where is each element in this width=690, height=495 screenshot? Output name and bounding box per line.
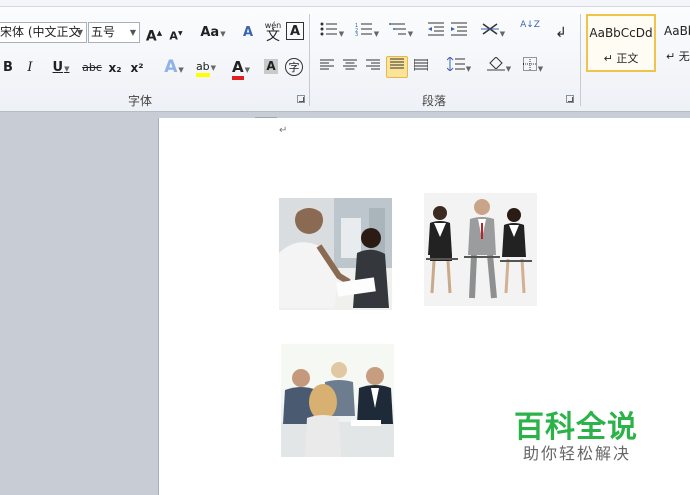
ribbon: 宋体 (中文正文 ▼ 五号 ▼ A▲ A▼ Aa▼ A wén 文 A B I U▼… — [0, 0, 690, 112]
paint-bucket-icon — [486, 56, 505, 71]
shading-button[interactable]: ▼ — [484, 56, 514, 79]
increase-indent-icon — [451, 22, 467, 36]
bold-icon: B — [3, 60, 13, 75]
align-left-icon — [320, 59, 334, 70]
subscript-icon: x₂ — [108, 61, 122, 75]
numbering-button[interactable]: 1 2 3 ▼ — [352, 22, 382, 44]
photo-seated-candidates[interactable] — [424, 193, 537, 306]
style-normal[interactable]: AaBbCcDd ↵ 正文 — [586, 14, 656, 72]
ribbon-tab-strip — [0, 0, 690, 7]
grow-font-icon: A — [145, 28, 157, 45]
font-name-combo[interactable]: 宋体 (中文正文 ▼ — [0, 22, 87, 43]
font-size-value: 五号 — [91, 25, 116, 39]
underline-icon: U — [52, 60, 64, 75]
distribute-icon — [413, 59, 429, 71]
char-shading-button[interactable]: A — [264, 59, 278, 74]
left-gutter — [0, 112, 158, 495]
align-left-button[interactable] — [318, 57, 336, 79]
shrink-font-button[interactable]: A▼ — [167, 23, 185, 45]
font-name-value: 宋体 (中文正文 — [0, 25, 81, 39]
distribute-button[interactable] — [412, 57, 430, 79]
photo-panel-interview[interactable] — [281, 344, 394, 457]
justify-icon — [390, 58, 404, 69]
font-dialog-launcher[interactable] — [297, 95, 305, 103]
increase-indent-button[interactable] — [450, 22, 468, 44]
highlight-button[interactable]: ab▼ — [192, 56, 220, 78]
italic-icon: I — [27, 60, 33, 75]
multilevel-list-icon — [388, 23, 406, 35]
char-shading-icon: A — [266, 59, 276, 73]
bold-button[interactable]: B — [0, 57, 16, 79]
strikethrough-icon: abc — [82, 61, 102, 74]
numbering-icon: 123 — [355, 23, 372, 38]
highlight-icon: ab — [195, 60, 210, 77]
phonetic-guide-button[interactable]: wén 文 — [262, 20, 284, 44]
align-center-button[interactable] — [341, 57, 359, 79]
asian-layout-icon — [480, 23, 499, 35]
char-border-icon: A — [289, 24, 301, 39]
enclose-char-icon: 字 — [288, 61, 300, 74]
style-no-spacing[interactable]: AaBb ↵ 无 — [658, 14, 690, 72]
svg-text:3: 3 — [355, 32, 358, 36]
superscript-icon: x² — [130, 61, 144, 75]
interview-desk-image — [279, 198, 392, 310]
align-right-icon — [366, 59, 380, 70]
font-size-combo[interactable]: 五号 ▼ — [88, 22, 140, 43]
style-no-spacing-sample: AaBb — [664, 24, 690, 38]
decrease-indent-button[interactable] — [427, 22, 445, 44]
change-case-icon: Aa — [200, 25, 220, 40]
borders-button[interactable]: ▼ — [518, 57, 548, 79]
clear-format-button[interactable]: A — [238, 22, 258, 44]
chevron-down-icon: ▼ — [129, 28, 136, 37]
bullets-button[interactable]: ▼ — [317, 22, 347, 44]
italic-button[interactable]: I — [22, 57, 38, 79]
change-case-button[interactable]: Aa▼ — [198, 22, 228, 44]
panel-interview-image — [281, 344, 394, 457]
subscript-button[interactable]: x₂ — [106, 57, 124, 79]
style-normal-sample: AaBbCcDd — [589, 26, 653, 40]
sort-icon: A↓Z — [520, 20, 540, 30]
line-spacing-icon — [446, 56, 465, 72]
align-right-button[interactable] — [364, 57, 382, 79]
pilcrow-icon: ↲ — [555, 25, 567, 41]
style-normal-name: ↵ 正文 — [603, 52, 639, 65]
text-effect-icon: A — [164, 57, 178, 77]
seated-candidates-image — [424, 193, 537, 306]
char-border-button[interactable]: A — [286, 22, 304, 40]
paragraph-group-label: 段落 — [422, 94, 447, 108]
margin-corner-mark — [255, 117, 277, 120]
font-color-icon: A — [232, 58, 244, 80]
paragraph-mark: ↵ — [279, 125, 288, 136]
sort-button[interactable]: A↓Z — [519, 20, 541, 42]
superscript-button[interactable]: x² — [128, 57, 146, 79]
photo-interview-desk[interactable] — [279, 198, 392, 310]
bullets-icon — [320, 22, 337, 36]
style-no-spacing-name: ↵ 无 — [666, 50, 690, 63]
underline-button[interactable]: U▼ — [46, 57, 76, 79]
font-group-label: 字体 — [128, 94, 153, 108]
asian-layout-button[interactable]: ▼ — [478, 22, 508, 44]
paragraph-dialog-launcher[interactable] — [566, 95, 574, 103]
text-effect-button[interactable]: A▼ — [160, 56, 188, 78]
borders-icon — [522, 57, 537, 71]
line-spacing-button[interactable]: ▼ — [444, 56, 474, 79]
watermark-subtitle: 助你轻松解决 — [523, 444, 632, 463]
phonetic-char: 文 — [266, 28, 280, 44]
clear-format-icon: A — [242, 25, 254, 40]
group-divider — [580, 14, 581, 106]
shrink-font-icon: A — [169, 29, 178, 43]
decrease-indent-icon — [428, 22, 444, 36]
enclose-char-button[interactable]: 字 — [285, 58, 303, 76]
chevron-down-icon: ▼ — [76, 28, 83, 37]
justify-button[interactable] — [386, 56, 408, 78]
font-color-button[interactable]: A▼ — [226, 56, 256, 80]
grow-font-button[interactable]: A▲ — [145, 22, 163, 45]
align-center-icon — [343, 59, 357, 70]
multilevel-list-button[interactable]: ▼ — [386, 22, 416, 44]
show-marks-button[interactable]: ↲ — [553, 22, 569, 44]
strikethrough-button[interactable]: abc — [80, 57, 104, 79]
group-divider — [309, 14, 310, 106]
